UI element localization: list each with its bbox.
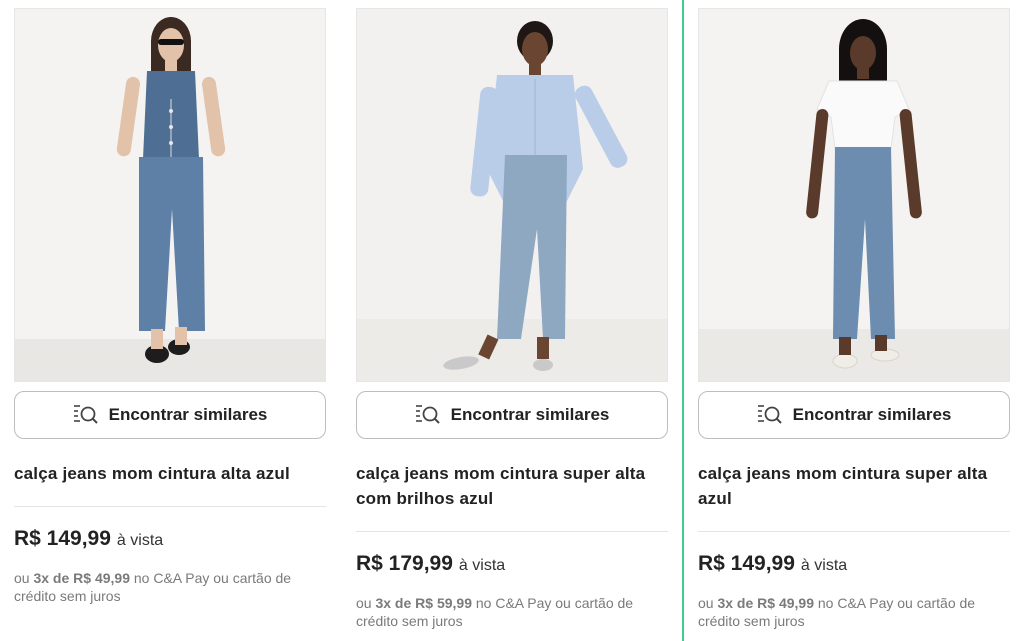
- price-row: R$ 179,99 à vista: [356, 552, 668, 576]
- installment-amount: 3x de R$ 59,99: [375, 595, 472, 611]
- product-title[interactable]: calça jeans mom cintura super alta com b…: [356, 461, 668, 511]
- divider: [14, 506, 326, 507]
- product-image[interactable]: [698, 8, 1010, 382]
- divider: [698, 531, 1010, 532]
- installment-prefix: ou: [356, 595, 372, 611]
- installment-text: ou 3x de R$ 49,99 no C&A Pay ou cartão d…: [14, 569, 326, 605]
- product-title[interactable]: calça jeans mom cintura super alta azul: [698, 461, 1010, 511]
- product-price: R$ 179,99: [356, 552, 453, 575]
- find-similar-button[interactable]: Encontrar similares: [14, 391, 326, 439]
- installment-prefix: ou: [698, 595, 714, 611]
- find-similar-label: Encontrar similares: [108, 405, 268, 424]
- divider: [356, 531, 668, 532]
- price-row: R$ 149,99 à vista: [698, 552, 1010, 576]
- product-image[interactable]: [356, 8, 668, 382]
- installment-text: ou 3x de R$ 49,99 no C&A Pay ou cartão d…: [698, 594, 1010, 630]
- find-similar-label: Encontrar similares: [450, 405, 610, 424]
- product-price: R$ 149,99: [698, 552, 795, 575]
- price-note: à vista: [116, 532, 164, 549]
- product-price: R$ 149,99: [14, 527, 111, 550]
- product-card[interactable]: Encontrar similares calça jeans mom cint…: [356, 8, 668, 630]
- find-similar-button[interactable]: Encontrar similares: [698, 391, 1010, 439]
- installment-text: ou 3x de R$ 59,99 no C&A Pay ou cartão d…: [356, 594, 668, 630]
- product-image[interactable]: [14, 8, 326, 382]
- product-grid: Encontrar similares calça jeans mom cint…: [0, 0, 1024, 641]
- find-similar-button[interactable]: Encontrar similares: [356, 391, 668, 439]
- product-title[interactable]: calça jeans mom cintura alta azul: [14, 461, 326, 486]
- installment-amount: 3x de R$ 49,99: [33, 570, 130, 586]
- product-card[interactable]: Encontrar similares calça jeans mom cint…: [698, 8, 1010, 630]
- installment-prefix: ou: [14, 570, 30, 586]
- find-similar-label: Encontrar similares: [792, 405, 952, 424]
- price-row: R$ 149,99 à vista: [14, 527, 326, 551]
- visual-search-icon: [415, 404, 441, 426]
- price-note: à vista: [458, 557, 506, 574]
- installment-amount: 3x de R$ 49,99: [717, 595, 814, 611]
- column-divider: [682, 0, 684, 641]
- price-note: à vista: [800, 557, 848, 574]
- visual-search-icon: [757, 404, 783, 426]
- visual-search-icon: [73, 404, 99, 426]
- product-card[interactable]: Encontrar similares calça jeans mom cint…: [14, 8, 326, 605]
